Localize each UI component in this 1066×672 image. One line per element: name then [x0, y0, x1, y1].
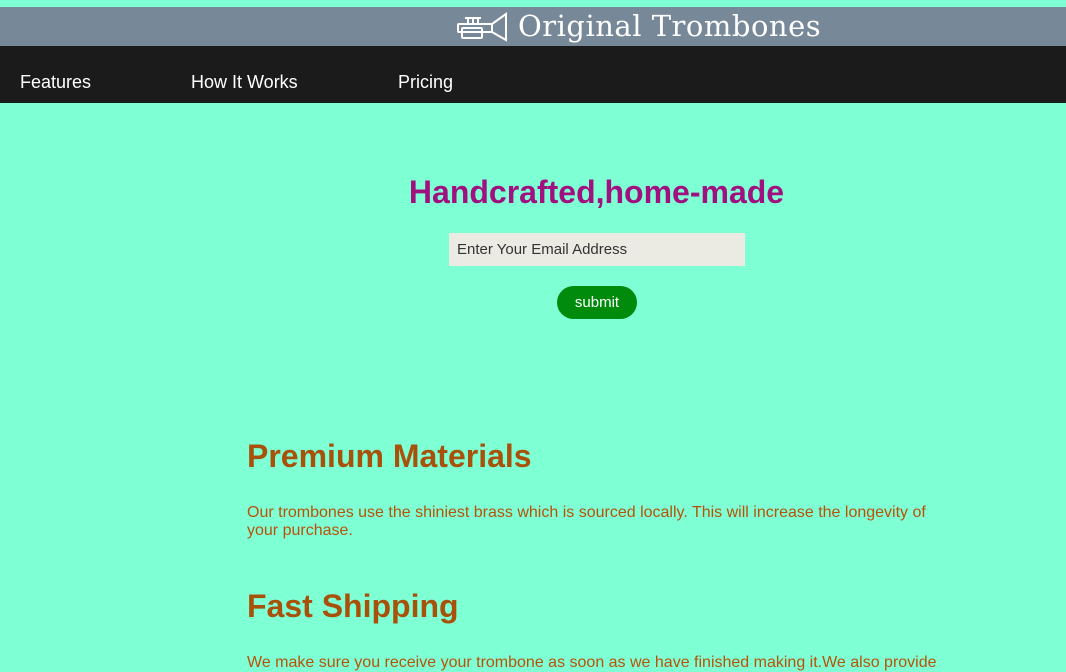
trumpet-logo-icon	[456, 10, 508, 44]
feature-fast-shipping: Fast Shipping We make sure you receive y…	[247, 586, 947, 672]
site-header: Original Trombones	[0, 7, 1066, 46]
hero-title: Handcrafted,home-made	[408, 174, 785, 210]
feature-text: We make sure you receive your trombone a…	[247, 654, 937, 671]
email-input[interactable]	[449, 233, 745, 266]
feature-title: Premium Materials	[247, 438, 532, 474]
submit-button[interactable]: submit	[557, 286, 637, 319]
nav-link-features[interactable]: Features	[20, 46, 91, 103]
feature-title: Fast Shipping	[247, 588, 459, 624]
feature-text: Our trombones use the shiniest brass whi…	[247, 504, 926, 539]
nav-bar: Features How It Works Pricing	[0, 46, 1066, 103]
top-strip	[0, 0, 1066, 7]
nav-link-how-it-works[interactable]: How It Works	[191, 46, 298, 103]
logo[interactable]: Original Trombones	[456, 9, 821, 44]
logo-text: Original Trombones	[518, 9, 822, 43]
feature-premium-materials: Premium Materials Our trombones use the …	[247, 436, 947, 540]
nav-link-pricing[interactable]: Pricing	[398, 46, 453, 103]
